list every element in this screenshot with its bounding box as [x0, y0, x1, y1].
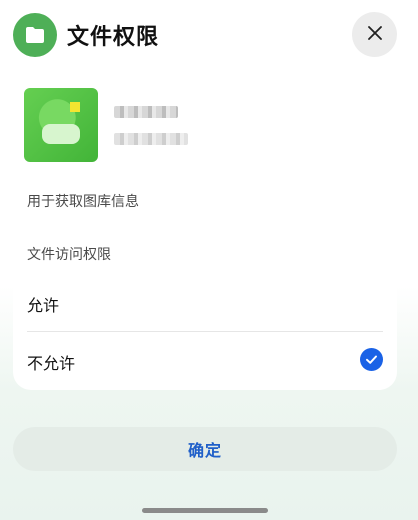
confirm-button[interactable]: 确定 [13, 427, 397, 471]
close-icon [367, 25, 383, 45]
folder-icon [13, 13, 57, 57]
app-info [24, 88, 394, 168]
close-button[interactable] [352, 12, 397, 57]
app-thumbnail [24, 88, 98, 162]
confirm-label: 确定 [187, 441, 222, 460]
option-deny[interactable]: 不允许 [13, 331, 397, 389]
section-label: 文件访问权限 [27, 247, 111, 263]
dialog-header: 文件权限 [0, 0, 418, 70]
option-allow-label: 允许 [27, 296, 60, 315]
option-allow[interactable]: 允许 [13, 273, 397, 331]
app-name-redacted [114, 106, 178, 118]
app-subtitle-redacted [114, 133, 188, 145]
permission-options-card: 允许 不允许 [13, 273, 397, 390]
checkmark-circle-icon [360, 348, 383, 371]
usage-description: 用于获取图库信息 [27, 194, 139, 210]
option-deny-label: 不允许 [27, 354, 76, 373]
dialog-title: 文件权限 [67, 25, 160, 50]
home-indicator[interactable] [142, 508, 268, 513]
